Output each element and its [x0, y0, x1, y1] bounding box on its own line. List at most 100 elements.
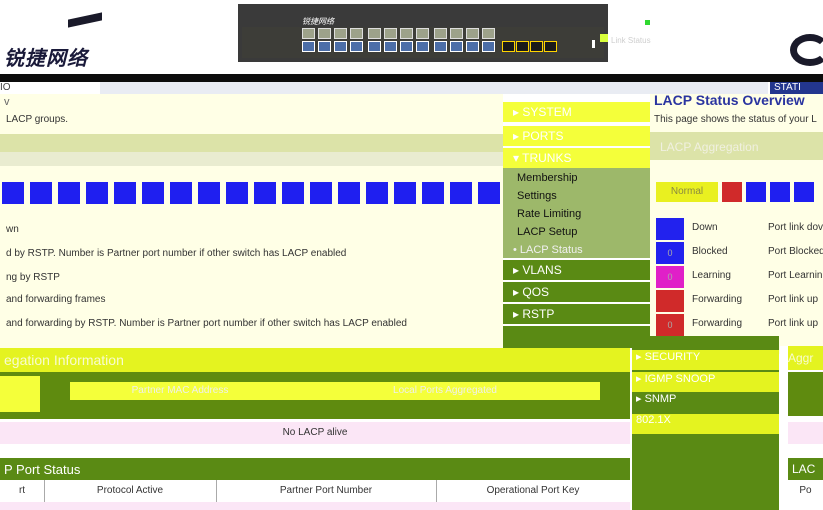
lacp-right-title: LAC [788, 458, 823, 480]
switch-port[interactable] [334, 41, 347, 52]
port-status-square[interactable] [282, 182, 304, 204]
port-status-square[interactable] [198, 182, 220, 204]
sfp-port[interactable] [530, 41, 543, 52]
switch-port[interactable] [482, 28, 495, 39]
link-status-legend: Link Status [611, 36, 651, 45]
port-status-square[interactable] [422, 182, 444, 204]
switch-port[interactable] [334, 28, 347, 39]
switch-port[interactable] [302, 28, 315, 39]
switch-port[interactable] [384, 41, 397, 52]
menu-item-igmp[interactable]: ▸ IGMP SNOOP [632, 372, 779, 392]
aggregation-table-head: Partner MAC Address Local Ports Aggregat… [0, 372, 630, 419]
submenu-settings[interactable]: Settings [517, 190, 557, 202]
port-status-square[interactable] [2, 182, 24, 204]
legend-row-down: wn [6, 224, 19, 235]
port-status-square[interactable] [58, 182, 80, 204]
legend-description: Port link dov [768, 222, 823, 233]
lacp-right-column: Po [799, 485, 812, 496]
lacp-port-row [0, 502, 630, 510]
sidebar-item-label: SYSTEM [522, 105, 572, 119]
sfp-port[interactable] [516, 41, 529, 52]
device-label: 锐捷网络 [302, 17, 334, 26]
sidebar-nav: ▸ SYSTEM ▸ PORTS ▾ TRUNKS Membership Set… [503, 94, 650, 350]
page-title: v [4, 96, 10, 108]
nav-left-text[interactable]: IO [0, 82, 30, 93]
aggregation-col-stub [0, 376, 40, 412]
sidebar-item-label: TRUNKS [522, 151, 572, 165]
legend-description: Port link up [768, 318, 819, 329]
submenu-lacp-setup[interactable]: LACP Setup [517, 226, 577, 238]
switch-port[interactable] [400, 41, 413, 52]
port-status-square[interactable] [86, 182, 108, 204]
overview-port-square[interactable] [746, 182, 766, 202]
switch-port[interactable] [400, 28, 413, 39]
overview-port-square[interactable] [770, 182, 790, 202]
switch-port[interactable] [466, 28, 479, 39]
column-operational-port-key: Operational Port Key [486, 485, 580, 496]
sidebar-overflow-menu: ▸ SECURITY ▸ IGMP SNOOP ▸ SNMP 802.1X [632, 336, 779, 510]
switch-port[interactable] [368, 28, 381, 39]
port-header-band [0, 152, 503, 166]
switch-port[interactable] [434, 41, 447, 52]
switch-port[interactable] [450, 28, 463, 39]
port-status-square[interactable] [338, 182, 360, 204]
sidebar-item-trunks[interactable]: ▾ TRUNKS [503, 148, 650, 168]
submenu-rate-limiting[interactable]: Rate Limiting [517, 208, 581, 220]
switch-port[interactable] [434, 28, 447, 39]
switch-port[interactable] [318, 41, 331, 52]
legend-row-forwarding-rstp: and forwarding by RSTP. Number is Partne… [6, 318, 407, 329]
switch-port[interactable] [302, 41, 315, 52]
port-status-square[interactable] [226, 182, 248, 204]
overview-port-square[interactable] [794, 182, 814, 202]
port-status-square[interactable] [114, 182, 136, 204]
submenu-lacp-status[interactable]: • LACP Status [513, 244, 583, 256]
overview-description: This page shows the status of your L [654, 114, 817, 125]
sidebar-item-system[interactable]: ▸ SYSTEM [503, 102, 650, 122]
port-status-square[interactable] [450, 182, 472, 204]
sfp-port[interactable] [502, 41, 515, 52]
switch-port[interactable] [350, 28, 363, 39]
port-status-square[interactable] [170, 182, 192, 204]
legend-row-forwarding: and forwarding frames [6, 294, 106, 305]
lacp-port-status-title: P Port Status [4, 462, 81, 477]
port-status-square[interactable] [366, 182, 388, 204]
header-divider [0, 74, 823, 82]
link-down-swatch [592, 40, 595, 48]
legend-swatch: 0 [656, 242, 684, 264]
legend-swatch: 0 [656, 314, 684, 336]
sidebar-item-qos[interactable]: ▸ QOS [503, 282, 650, 302]
switch-port[interactable] [350, 41, 363, 52]
menu-item-8021x[interactable]: 802.1X [632, 414, 779, 434]
sidebar-item-label: PORTS [522, 129, 564, 143]
sidebar-item-label: RSTP [522, 307, 555, 321]
switch-port[interactable] [416, 28, 429, 39]
menu-item-label: SECURITY [644, 351, 701, 363]
legend-swatch [656, 290, 684, 312]
switch-port[interactable] [450, 41, 463, 52]
port-status-square[interactable] [30, 182, 52, 204]
legend-description: Port Learnin [768, 270, 823, 281]
port-status-square[interactable] [142, 182, 164, 204]
menu-item-label: 802.1X [636, 414, 671, 426]
switch-port[interactable] [482, 41, 495, 52]
sidebar-item-rstp[interactable]: ▸ RSTP [503, 304, 650, 324]
port-status-square[interactable] [394, 182, 416, 204]
aggregation-right-row [788, 422, 823, 444]
switch-port[interactable] [368, 41, 381, 52]
menu-item-snmp[interactable]: ▸ SNMP [632, 392, 779, 412]
sfp-port[interactable] [544, 41, 557, 52]
port-status-square[interactable] [310, 182, 332, 204]
sidebar-item-vlans[interactable]: ▸ VLANS [503, 260, 650, 280]
sidebar-item-collapsed[interactable] [503, 326, 650, 348]
port-status-square[interactable] [478, 182, 500, 204]
menu-item-security[interactable]: ▸ SECURITY [632, 350, 779, 370]
switch-port[interactable] [318, 28, 331, 39]
aggregation-right-head [788, 372, 823, 416]
port-status-square[interactable] [254, 182, 276, 204]
sidebar-item-label: VLANS [522, 263, 562, 277]
submenu-membership[interactable]: Membership [517, 172, 578, 184]
switch-port[interactable] [416, 41, 429, 52]
switch-port[interactable] [384, 28, 397, 39]
switch-port[interactable] [466, 41, 479, 52]
sidebar-item-ports[interactable]: ▸ PORTS [503, 126, 650, 146]
